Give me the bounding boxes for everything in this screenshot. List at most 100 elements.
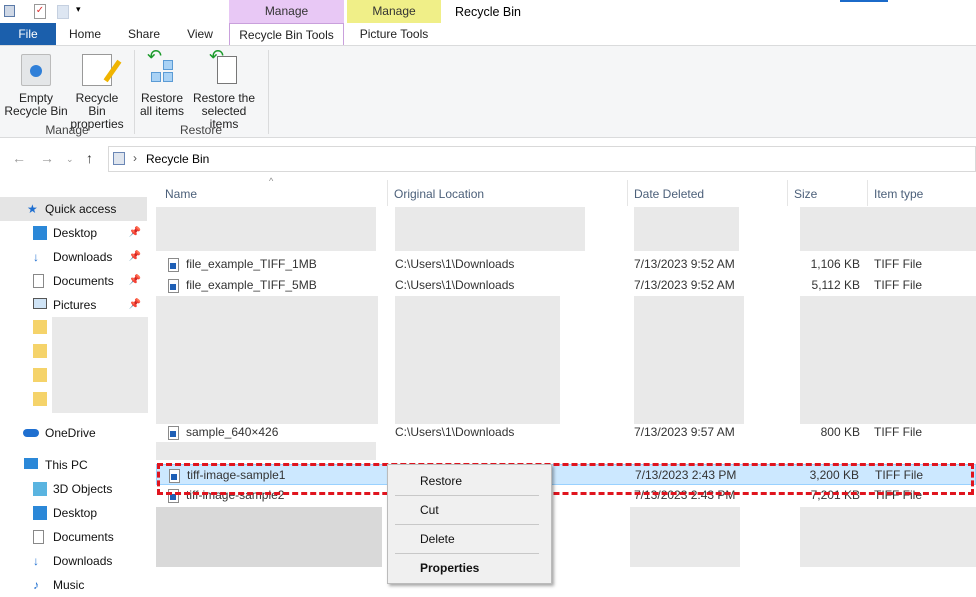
tab-home[interactable]: Home	[60, 23, 110, 45]
customize-toolbar-chevron-icon[interactable]: ▾	[76, 4, 81, 15]
label: Documents	[53, 274, 114, 288]
menu-item-delete[interactable]: Delete	[420, 532, 455, 546]
tab-recycle-bin-tools[interactable]: Recycle Bin Tools	[229, 23, 344, 46]
recycle-bin-icon	[21, 54, 51, 86]
recycle-bin-icon	[113, 152, 125, 165]
redacted-rows	[395, 296, 560, 424]
menu-item-restore[interactable]: Restore	[420, 474, 462, 488]
label: all items	[139, 104, 184, 118]
redacted-row	[800, 207, 976, 251]
highlight-box	[157, 463, 974, 495]
label: Recycle Bin	[75, 91, 119, 118]
file-type: TIFF File	[874, 425, 922, 439]
sidebar-item-documents[interactable]: Documents 📌	[0, 269, 147, 293]
group-restore-label: Restore	[179, 123, 223, 137]
divider[interactable]	[787, 180, 788, 206]
properties-icon[interactable]: ✓	[34, 4, 46, 19]
window-accent	[840, 0, 888, 2]
ribbon: Empty Recycle Bin Recycle Bin properties ↶…	[0, 45, 976, 138]
window-title: Recycle Bin	[455, 5, 521, 19]
redacted-folders	[52, 317, 148, 413]
redacted-row	[395, 207, 585, 251]
tab-share[interactable]: Share	[120, 23, 168, 45]
music-icon: ♪	[33, 578, 39, 592]
tab-file[interactable]: File	[0, 23, 56, 45]
column-header-date[interactable]: Date Deleted	[634, 183, 704, 205]
file-type: TIFF File	[874, 278, 922, 292]
restore-all-items-button[interactable]: ↶ Restore all items	[138, 47, 186, 118]
quick-access-toolbar: ✓ ▾ Recycle Bin	[0, 0, 976, 22]
file-name: sample_640×426	[186, 425, 279, 439]
cube-icon	[33, 482, 47, 496]
documents-icon	[33, 274, 44, 288]
label: Documents	[53, 530, 114, 544]
tiff-file-icon	[168, 258, 179, 272]
redacted-rows	[634, 296, 744, 424]
folder-icons	[33, 320, 47, 414]
label: Music	[53, 578, 85, 592]
divider	[395, 553, 539, 554]
label: Pictures	[53, 298, 97, 312]
divider[interactable]	[387, 180, 388, 206]
redacted-rows	[630, 507, 740, 567]
up-button[interactable]: ↑	[86, 150, 93, 166]
sidebar-item-downloads[interactable]: ↓ Downloads 📌	[0, 245, 147, 269]
column-header-type[interactable]: Item type	[874, 183, 923, 205]
file-row[interactable]: file_example_TIFF_5MB C:\Users\1\Download…	[156, 275, 976, 296]
label: Quick access	[45, 202, 117, 216]
tab-picture-tools[interactable]: Picture Tools	[347, 23, 441, 45]
column-header-name[interactable]: Name	[165, 183, 197, 205]
file-location: C:\Users\1\Downloads	[395, 425, 515, 439]
sort-ascending-icon: ^	[269, 176, 274, 186]
sidebar-item-onedrive[interactable]: OneDrive	[0, 421, 147, 445]
menu-item-cut[interactable]: Cut	[420, 503, 439, 517]
sidebar-item-3d-objects[interactable]: 3D Objects	[0, 477, 147, 501]
file-size: 5,112 KB	[811, 278, 860, 292]
pin-icon: 📌	[128, 299, 141, 310]
redacted-rows	[156, 296, 378, 424]
group-manage-label: Manage	[45, 123, 89, 137]
sidebar-item-quick-access[interactable]: ★ Quick access	[0, 197, 147, 221]
label: 3D Objects	[53, 482, 113, 496]
file-size: 800 KB	[820, 425, 860, 439]
properties-pencil-icon	[82, 54, 122, 86]
file-location: C:\Users\1\Downloads	[395, 257, 515, 271]
sidebar-item-downloads-pc[interactable]: ↓ Downloads	[0, 549, 147, 573]
address-bar[interactable]: › Recycle Bin	[108, 146, 976, 172]
tiff-file-icon	[168, 426, 179, 440]
restore-selected-items-button[interactable]: ↶ Restore the selected items	[187, 47, 261, 131]
file-name: file_example_TIFF_5MB	[186, 278, 317, 292]
divider	[134, 50, 135, 134]
file-row[interactable]: file_example_TIFF_1MB C:\Users\1\Download…	[156, 254, 976, 275]
restore-all-icon: ↶	[147, 47, 177, 86]
sidebar-item-this-pc[interactable]: This PC	[0, 453, 147, 477]
divider[interactable]	[627, 180, 628, 206]
sidebar-item-pictures[interactable]: Pictures 📌	[0, 293, 147, 317]
column-header-size[interactable]: Size	[794, 183, 817, 205]
sidebar-item-music[interactable]: ♪ Music	[0, 573, 147, 597]
divider[interactable]	[867, 180, 868, 206]
back-button[interactable]: ←	[12, 150, 26, 166]
computer-icon	[24, 458, 38, 469]
column-header-location[interactable]: Original Location	[394, 183, 484, 205]
tab-view[interactable]: View	[175, 23, 225, 45]
sidebar-item-documents-pc[interactable]: Documents	[0, 525, 147, 549]
forward-button[interactable]: →	[40, 150, 54, 166]
sidebar-item-desktop[interactable]: Desktop 📌	[0, 221, 147, 245]
recycle-bin-properties-button[interactable]: Recycle Bin properties	[66, 54, 128, 131]
sidebar-item-desktop-pc[interactable]: Desktop	[0, 501, 147, 525]
redacted-rows	[800, 507, 976, 567]
empty-recycle-bin-button[interactable]: Empty Recycle Bin	[4, 54, 68, 118]
pin-icon: 📌	[128, 251, 141, 262]
file-date: 7/13/2023 9:52 AM	[634, 278, 735, 292]
file-row[interactable]: sample_640×426 C:\Users\1\Downloads 7/13/2…	[156, 422, 976, 443]
menu-item-properties[interactable]: Properties	[420, 561, 479, 575]
redacted-row	[156, 442, 376, 460]
file-size: 1,106 KB	[810, 257, 860, 271]
navigation-pane: ★ Quick access Desktop 📌 ↓ Downloads 📌 Docum…	[0, 180, 148, 597]
file-date: 7/13/2023 9:57 AM	[634, 425, 735, 439]
recent-locations-chevron-icon[interactable]: ⌄	[66, 154, 74, 165]
desktop-icon	[33, 226, 47, 240]
new-folder-icon[interactable]	[57, 5, 69, 19]
download-icon: ↓	[33, 554, 39, 568]
